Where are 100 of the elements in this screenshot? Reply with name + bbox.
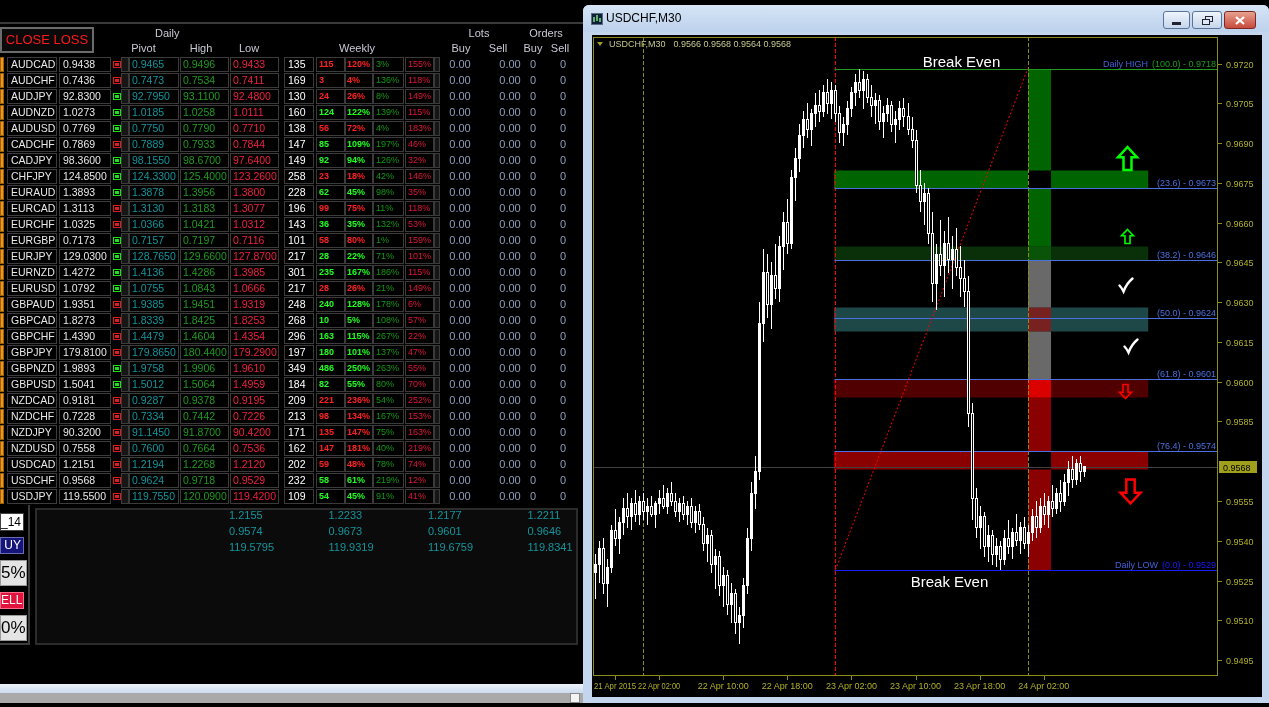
price-cell: 1.2151 [59,457,111,472]
summary-value: 1.2211 [527,508,561,523]
price-cell: 98.3600 [59,153,111,168]
column-header: Buy [523,41,543,56]
weekly-cell: 147 [284,137,314,152]
weekly-value: 62 [319,187,329,197]
weekly-value: 72% [347,123,365,133]
weekly-cell: 115% [405,105,434,120]
weekly-cell: 40% [373,441,404,456]
pivot-cell: 1.5012 [129,377,179,392]
weekly-value: 4% [347,75,360,85]
pivot-cell: 92.7950 [129,89,179,104]
low-cell: 179.2900 [230,345,279,360]
orders-value: 0 [529,409,537,424]
weekly-value: 75% [347,203,365,213]
orders-value: 0 [529,345,537,360]
column-header: Daily [155,26,180,41]
lots-value: 0.00 [498,265,522,280]
summary-value: 119.9319 [328,540,374,555]
lots-value: 0.00 [498,489,522,504]
orders-value: 0 [559,73,567,88]
price-cell: 1.4390 [59,329,111,344]
weekly-value: 23 [319,171,329,181]
pivot-cell: 98.1550 [129,153,179,168]
weekly-value: 26% [347,283,365,293]
lots-value: 0.00 [448,153,472,168]
weekly-cell: 57% [405,313,434,328]
weekly-value: 28 [319,283,329,293]
pivot-cell: 0.7600 [129,441,179,456]
low-cell: 1.9610 [230,361,279,376]
lots-value: 0.00 [448,377,472,392]
weekly-cell: 70% [405,377,434,392]
weekly-cell: 75% [373,425,404,440]
weekly-value: 56 [319,123,329,133]
high-cell: 1.0258 [180,105,229,120]
weekly-value: 128% [347,299,371,309]
high-cell: 0.7197 [180,233,229,248]
axis-label: 0.9705 [1226,98,1254,109]
weekly-cell: 149 [284,153,314,168]
lots-value: 0.00 [498,361,522,376]
symbol-cell: NZDJPY [7,425,57,440]
weekly-cell: 80% [373,377,404,392]
summary-value: 0.9601 [428,524,462,539]
column-header: Lots [468,26,490,41]
weekly-cell: 248 [284,297,314,312]
weekly-value: 122% [347,107,371,117]
orders-value: 0 [559,393,567,408]
symbol-cell: EURJPY [7,249,57,264]
weekly-cell: 54% [373,393,404,408]
orders-value: 0 [529,121,537,136]
symbol-cell: NZDUSD [7,441,57,456]
pivot-cell: 1.3878 [129,185,179,200]
symbol-cell: AUDCHF [7,73,57,88]
low-cell: 1.0666 [230,281,279,296]
orders-value: 0 [559,137,567,152]
weekly-cell: 143 [284,217,314,232]
ref-line-label: 0.9568 [1223,462,1251,473]
symbol-cell: GBPUSD [7,377,57,392]
price-cell: 1.4272 [59,265,111,280]
level-label: (76.4) - 0.9574 [1156,440,1216,451]
level-label: (61.8) - 0.9601 [1156,368,1216,379]
orders-value: 0 [529,137,537,152]
orders-value: 0 [529,281,537,296]
pivot-cell: 1.0185 [129,105,179,120]
window-title: USDCHF,M30 [606,11,682,26]
weekly-value: 109% [347,139,371,149]
price-cell: 1.5041 [59,377,111,392]
weekly-cell: 126% [373,153,404,168]
lots-value: 0.00 [498,153,522,168]
pivot-cell: 0.7157 [129,233,179,248]
weekly-cell: 47% [405,345,434,360]
weekly-cell: 6% [405,297,434,312]
symbol-cell: EURAUD [7,185,57,200]
lots-value: 0.00 [448,201,472,216]
lots-value: 0.00 [498,297,522,312]
pivot-cell: 1.4479 [129,329,179,344]
lots-value: 0.00 [498,105,522,120]
weekly-cell: 202 [284,457,314,472]
high-cell: 93.1100 [180,89,229,104]
weekly-cell: 153% [405,409,434,424]
high-cell: 0.7534 [180,73,229,88]
weekly-value: 22% [347,251,365,261]
symbol-cell: GBPCAD [7,313,57,328]
lots-value: 0.00 [498,313,522,328]
column-header: Low [238,41,260,56]
orders-value: 0 [529,425,537,440]
low-cell: 1.8253 [230,313,279,328]
low-cell: 0.7226 [230,409,279,424]
weekly-cell: 136% [373,73,404,88]
weekly-value: 134% [347,411,371,421]
orders-value: 0 [529,441,537,456]
orders-value: 0 [559,377,567,392]
pivot-cell: 91.1450 [129,425,179,440]
weekly-value: 147 [319,443,335,453]
high-cell: 1.4604 [180,329,229,344]
symbol-cell: NZDCAD [7,393,57,408]
low-cell: 0.7116 [230,233,279,248]
weekly-cell: 91% [373,489,404,504]
orders-value: 0 [559,361,567,376]
price-cell: 0.7558 [59,441,111,456]
